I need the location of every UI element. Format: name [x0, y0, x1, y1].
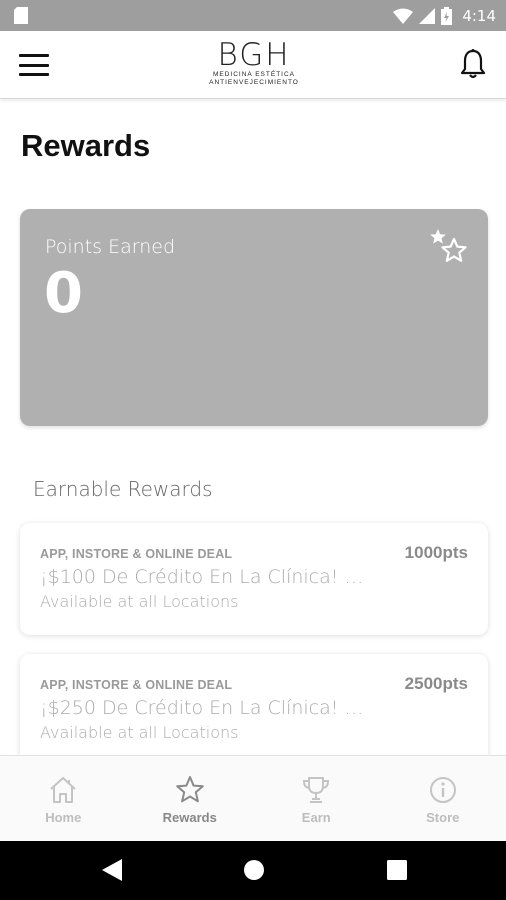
nav-item-earn[interactable]: Earn [253, 756, 380, 841]
reward-card[interactable]: APP, INSTORE & ONLINE DEAL 2500pts ¡$250… [20, 654, 488, 766]
app-bar: BGH MEDICINA ESTÉTICA ANTIENVEJECIMIENTO [0, 31, 506, 99]
trophy-icon [303, 777, 330, 803]
battery-icon [441, 6, 453, 25]
reward-title: ¡$250 De Crédito En La Clínica! (Online) [40, 697, 370, 719]
nav-label-rewards: Rewards [162, 810, 217, 825]
reward-location: Available at all Locations [40, 592, 239, 611]
logo-subtitle-2: ANTIENVEJECIMIENTO [209, 79, 299, 86]
home-icon [50, 777, 76, 803]
points-card: Points Earned 0 [20, 209, 488, 426]
reward-category: APP, INSTORE & ONLINE DEAL [40, 678, 233, 692]
status-bar: 4:14 [0, 0, 506, 31]
points-value: 0 [44, 261, 83, 326]
reward-points: 1000pts [404, 543, 468, 562]
nav-label-earn: Earn [301, 810, 331, 825]
reward-title: ¡$100 De Crédito En La Clínica! (Online) [40, 566, 370, 588]
stars-icon [430, 229, 467, 262]
bell-icon[interactable] [458, 48, 488, 80]
signal-icon [419, 7, 436, 24]
system-nav-bar [0, 841, 506, 900]
nav-item-rewards[interactable]: Rewards [127, 756, 254, 841]
status-time: 4:14 [462, 6, 496, 25]
reward-category: APP, INSTORE & ONLINE DEAL [40, 547, 233, 561]
earnable-rewards-heading: Earnable Rewards [33, 477, 213, 501]
info-icon [429, 777, 456, 803]
star-icon [175, 776, 204, 803]
nav-item-store[interactable]: Store [380, 756, 506, 841]
nav-label-store: Store [426, 810, 460, 825]
reward-card[interactable]: APP, INSTORE & ONLINE DEAL 1000pts ¡$100… [20, 523, 488, 635]
reward-points: 2500pts [404, 674, 468, 693]
reward-location: Available at all Locations [40, 723, 239, 742]
wifi-icon [393, 8, 414, 24]
back-icon[interactable] [102, 859, 122, 881]
hamburger-menu-icon[interactable] [19, 52, 49, 78]
nav-item-home[interactable]: Home [0, 756, 127, 841]
logo-subtitle-1: MEDICINA ESTÉTICA [212, 71, 295, 78]
points-label: Points Earned [45, 236, 176, 258]
bottom-nav: Home Rewards Earn Store [0, 755, 506, 841]
sd-card-icon [14, 7, 28, 24]
page-title: Rewards [21, 128, 151, 163]
logo-text: BGH [217, 37, 291, 73]
nav-label-home: Home [45, 810, 82, 825]
brand-logo: BGH MEDICINA ESTÉTICA ANTIENVEJECIMIENTO [196, 39, 312, 89]
recents-icon[interactable] [387, 860, 407, 880]
home-circle-icon[interactable] [243, 859, 265, 881]
